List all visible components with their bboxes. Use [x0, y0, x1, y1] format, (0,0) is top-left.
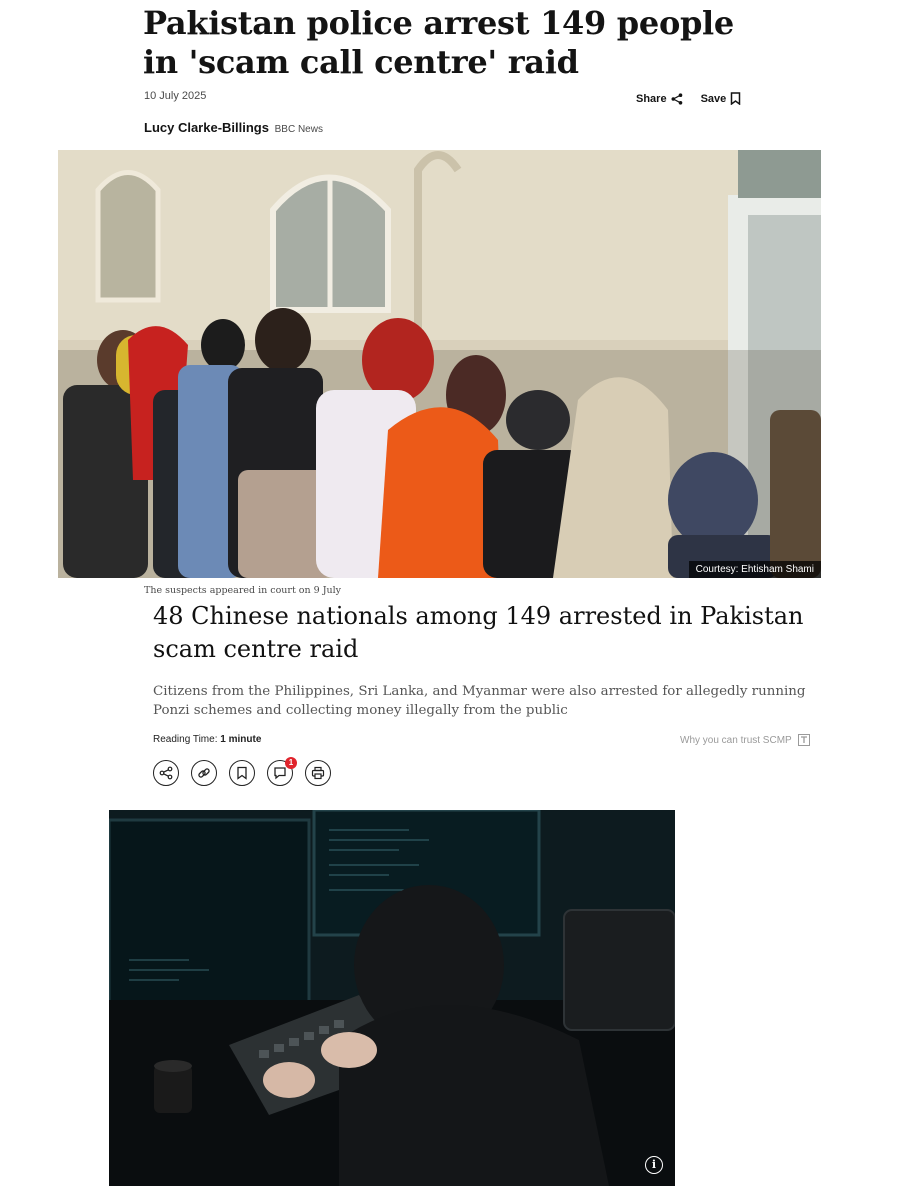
print-button[interactable]	[305, 760, 331, 786]
author-name[interactable]: Lucy Clarke-Billings	[144, 120, 269, 135]
hacker-keyboard-image: i	[109, 810, 675, 1186]
copy-link-button[interactable]	[191, 760, 217, 786]
link-icon	[198, 768, 210, 778]
article-toolbar: 1	[153, 757, 331, 786]
hero-image-caption: The suspects appeared in court on 9 July	[144, 585, 342, 596]
save-button[interactable]: Save	[701, 92, 742, 105]
share-label: Share	[636, 92, 667, 105]
save-label: Save	[700, 92, 727, 105]
share-icon	[671, 92, 682, 105]
bbc-article-title: Pakistan police arrest 149 people in 'sc…	[143, 4, 734, 81]
share-icon	[159, 766, 173, 780]
image-credit: Courtesy: Ehtisham Shami	[688, 561, 821, 578]
scmp-summary: Citizens from the Philippines, Sri Lanka…	[153, 684, 806, 718]
author-organization: BBC News	[274, 124, 323, 135]
comment-icon	[274, 767, 286, 780]
reading-time-value: 1 minute	[220, 734, 262, 745]
share-toolbar-button[interactable]	[153, 760, 179, 786]
bbc-byline: Lucy Clarke-Billings BBC News	[144, 120, 323, 135]
trust-link-label: Why you can trust SCMP	[680, 734, 792, 746]
hero-image-illustration	[58, 150, 821, 578]
bbc-publish-date: 10 July 2025	[144, 90, 207, 102]
share-button[interactable]: Share	[636, 92, 683, 105]
print-icon	[311, 766, 325, 780]
comment-count-badge: 1	[285, 757, 297, 769]
trust-icon	[797, 734, 810, 746]
trust-scmp-link[interactable]: Why you can trust SCMP	[680, 734, 810, 746]
scmp-headline: 48 Chinese nationals among 149 arrested …	[153, 602, 804, 663]
bbc-article-actions: Share Save	[636, 92, 741, 105]
bookmark-icon	[731, 92, 741, 105]
info-button[interactable]: i	[645, 1156, 663, 1174]
bookmark-button[interactable]	[229, 760, 255, 786]
hero-image-suspects: Courtesy: Ehtisham Shami	[58, 150, 821, 578]
reading-time-label: Reading Time:	[153, 734, 218, 745]
reading-time: Reading Time: 1 minute	[153, 734, 261, 745]
comments-button[interactable]: 1	[267, 757, 297, 786]
bookmark-icon	[237, 766, 247, 780]
hacker-image-illustration	[109, 810, 675, 1186]
